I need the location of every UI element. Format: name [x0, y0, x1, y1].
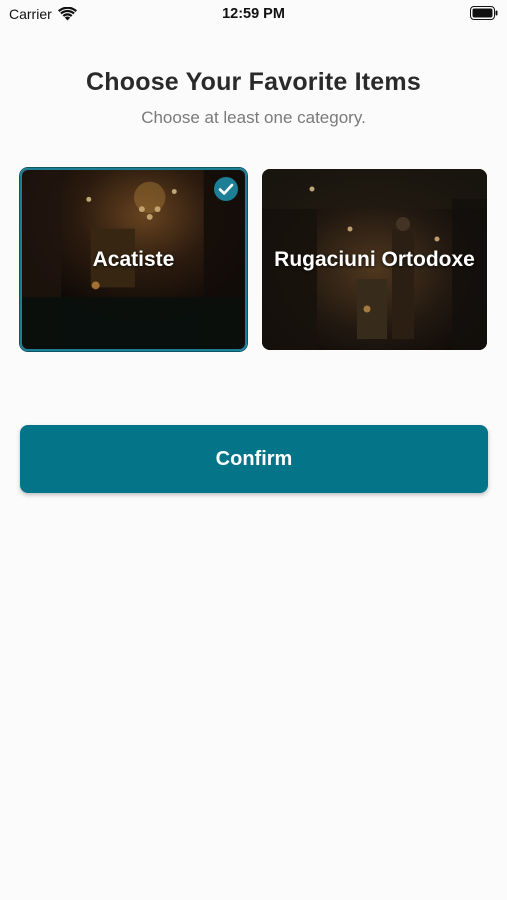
- page-title: Choose Your Favorite Items: [86, 68, 421, 96]
- category-label-acatiste: Acatiste: [92, 247, 175, 271]
- category-card-acatiste[interactable]: Acatiste: [20, 168, 247, 351]
- confirm-button[interactable]: Confirm: [20, 425, 488, 493]
- category-label-rugaciuni-ortodoxe: Rugaciuni Ortodoxe: [274, 247, 475, 271]
- page-subtitle: Choose at least one category.: [141, 108, 366, 127]
- check-circle-icon: [214, 177, 238, 201]
- category-card-rugaciuni-ortodoxe[interactable]: Rugaciuni Ortodoxe: [262, 169, 487, 350]
- battery-icon: [470, 6, 498, 20]
- status-bar: Carrier 12:59 PM: [0, 0, 507, 30]
- status-time: 12:59 PM: [222, 6, 285, 22]
